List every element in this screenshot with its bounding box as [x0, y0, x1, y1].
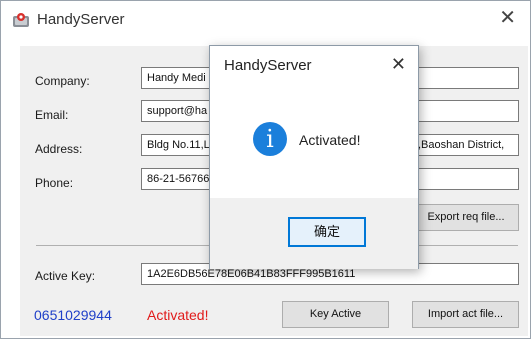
app-logo-icon: [13, 13, 29, 27]
dialog-title: HandyServer: [224, 57, 312, 74]
activation-status: Activated!: [147, 307, 209, 323]
address-label: Address:: [35, 142, 83, 156]
phone-label: Phone:: [35, 176, 74, 190]
window-title: HandyServer: [37, 11, 125, 28]
info-icon: i: [253, 122, 287, 156]
export-req-file-button[interactable]: Export req file...: [413, 204, 519, 231]
ok-button[interactable]: 确定: [288, 217, 366, 247]
address-value-end: ,Baoshan District,: [418, 139, 505, 151]
message-dialog: HandyServer ✕ i Activated! 确定: [209, 45, 419, 269]
import-act-file-button[interactable]: Import act file...: [412, 301, 519, 328]
dialog-close-icon[interactable]: ✕: [391, 54, 406, 74]
active-key-label: Active Key:: [35, 269, 96, 283]
title-bar[interactable]: HandyServer ✕: [1, 1, 530, 37]
main-window: HandyServer ✕ Company: Handy Medi Email:…: [0, 0, 531, 339]
serial-number: 0651029944: [34, 307, 112, 323]
company-label: Company:: [35, 74, 90, 88]
close-icon[interactable]: ✕: [499, 8, 516, 28]
key-active-button[interactable]: Key Active: [282, 301, 389, 328]
address-value-start: Bldg No.11,L: [147, 139, 210, 151]
dialog-footer: 确定: [210, 198, 418, 269]
dialog-message: Activated!: [299, 132, 361, 148]
email-label: Email:: [35, 108, 69, 122]
